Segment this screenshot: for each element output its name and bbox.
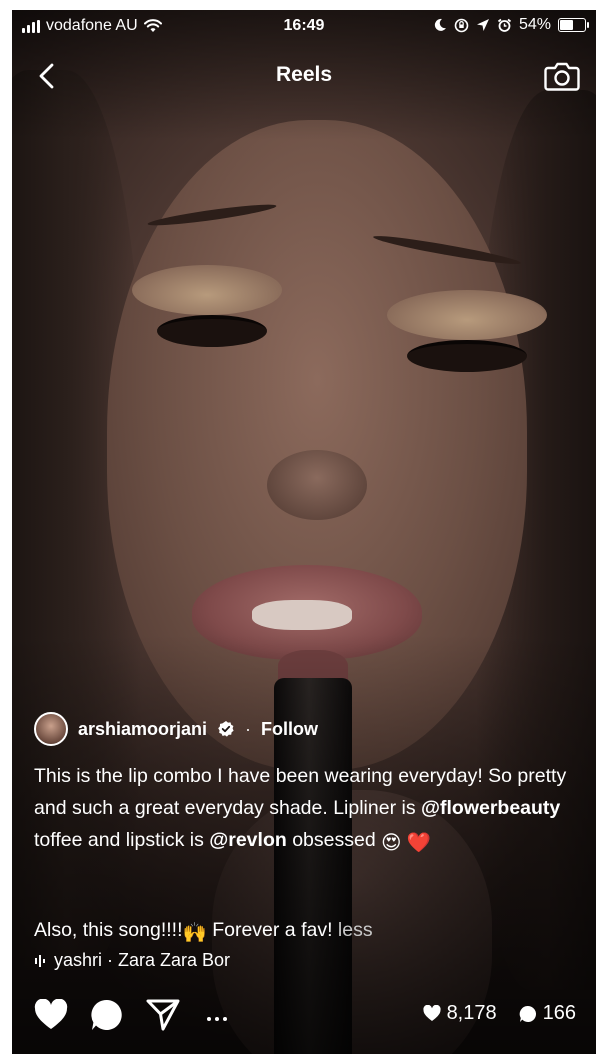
- battery-percent: 54%: [518, 16, 551, 33]
- comment-button[interactable]: [90, 998, 124, 1032]
- verified-badge-icon: [218, 721, 234, 737]
- alarm-icon: [497, 18, 512, 32]
- page-title: Reels: [275, 63, 333, 86]
- reel-video[interactable]: [12, 10, 596, 1054]
- action-bar: [34, 998, 228, 1032]
- comment-bubble-icon: [91, 999, 122, 1030]
- status-bar: vodafone AU 16:49 54%: [12, 10, 596, 44]
- separator: ·: [245, 718, 252, 739]
- reels-header: Reels: [12, 58, 596, 94]
- send-arrow-icon: [146, 999, 180, 1031]
- red-heart-emoji: ❤️: [406, 832, 432, 854]
- small-comment-icon: [519, 1005, 536, 1022]
- likes-value: 8,178: [446, 1002, 497, 1024]
- avatar[interactable]: [34, 712, 68, 746]
- caption-text: Also, this song!!!!: [34, 919, 183, 941]
- heart-icon: [34, 999, 68, 1029]
- caption-text: Forever a fav!: [206, 919, 338, 941]
- more-options-button[interactable]: [206, 1002, 228, 1028]
- mention-revlon[interactable]: @revlon: [209, 829, 287, 851]
- follow-button[interactable]: Follow: [261, 719, 318, 740]
- camera-button[interactable]: [542, 56, 582, 96]
- caption: This is the lip combo I have been wearin…: [34, 760, 584, 859]
- username[interactable]: arshiamoorjani: [78, 719, 207, 740]
- caption-text: toffee and lipstick is: [34, 829, 210, 851]
- likes-count[interactable]: 8,178: [423, 1002, 497, 1025]
- audio-track[interactable]: yashri · Zara Zara Bor: [34, 950, 304, 971]
- location-arrow-icon: [476, 19, 489, 31]
- caption-line-2: Also, this song!!!!🙌 Forever a fav! less: [34, 914, 584, 949]
- share-button[interactable]: [146, 998, 180, 1032]
- raised-hands-emoji: 🙌: [182, 922, 207, 944]
- orientation-lock-icon: [454, 18, 469, 32]
- audio-waveform-icon: [35, 954, 45, 967]
- camera-icon: [544, 62, 580, 91]
- battery-icon: [558, 18, 589, 32]
- engagement-counts: 8,178 166: [423, 1002, 576, 1025]
- audio-title: yashri · Zara Zara Bor: [54, 950, 231, 970]
- author-row: arshiamoorjani · Follow: [34, 712, 318, 746]
- small-heart-icon: [423, 1005, 441, 1021]
- comments-count[interactable]: 166: [519, 1002, 576, 1025]
- mention-flowerbeauty[interactable]: @flowerbeauty: [421, 797, 560, 819]
- more-dots-icon: [207, 1017, 227, 1021]
- less-button[interactable]: less: [338, 919, 373, 941]
- comments-value: 166: [542, 1002, 576, 1024]
- reels-screen: vodafone AU 16:49 54% Reels arshiamoorja…: [12, 10, 596, 1054]
- like-button[interactable]: [34, 998, 68, 1032]
- caption-text: obsessed: [286, 829, 382, 851]
- moon-icon: [434, 18, 446, 31]
- heart-eyes-emoji: 😍: [381, 832, 402, 854]
